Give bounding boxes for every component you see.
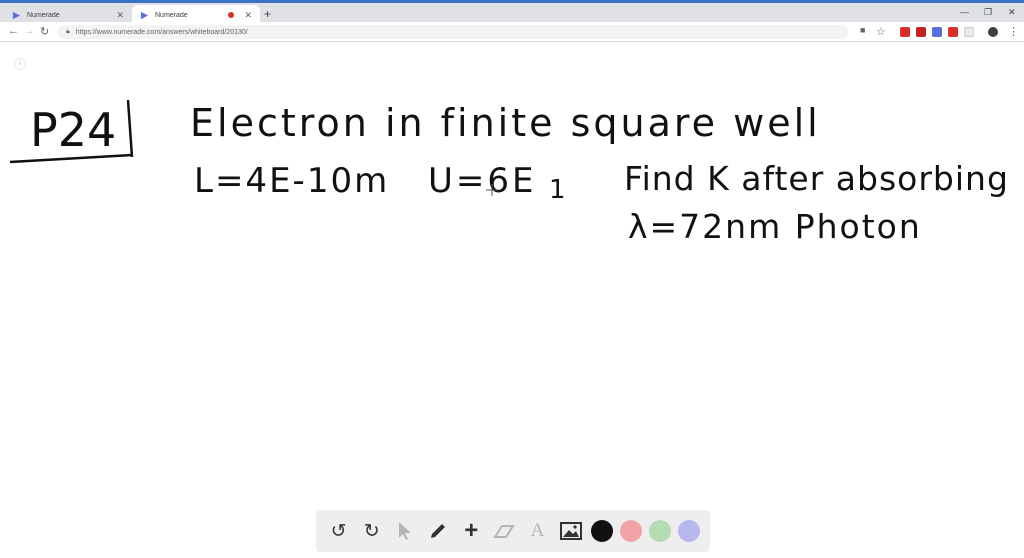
problem-line-3: λ=72nm Photon bbox=[628, 207, 922, 246]
color-swatch-black[interactable] bbox=[590, 520, 613, 542]
potential-subscript: 1 bbox=[549, 175, 566, 205]
eraser-icon[interactable] bbox=[491, 518, 517, 544]
potential-value: U=6E bbox=[428, 161, 537, 201]
problem-label: P24 bbox=[30, 103, 116, 157]
plus-icon[interactable]: + bbox=[458, 517, 484, 544]
browser-window: Numerade ✕ Numerade ✕ + — ❐ ✕ ← → ↻ 🔒︎ h… bbox=[0, 0, 1024, 558]
color-swatch-green[interactable] bbox=[649, 520, 672, 542]
undo-icon[interactable]: ↺ bbox=[326, 518, 352, 544]
color-swatch-red[interactable] bbox=[619, 520, 642, 542]
redo-icon[interactable]: ↻ bbox=[359, 518, 385, 544]
color-swatch-purple[interactable] bbox=[678, 520, 701, 542]
problem-line-1: Electron in finite square well bbox=[190, 101, 821, 145]
pencil-icon[interactable] bbox=[425, 518, 451, 544]
drawing-toolbar: ↺ ↻ + A bbox=[316, 510, 710, 552]
text-icon[interactable]: A bbox=[525, 518, 551, 544]
image-icon[interactable] bbox=[558, 518, 584, 544]
problem-line-2: Find K after absorbing bbox=[624, 159, 1009, 198]
divider-stroke bbox=[126, 99, 134, 158]
whiteboard-ink: P24 Electron in finite square well L=4E-… bbox=[9, 99, 1009, 246]
pointer-icon[interactable] bbox=[392, 518, 418, 544]
length-value: L=4E-10m bbox=[194, 161, 389, 201]
